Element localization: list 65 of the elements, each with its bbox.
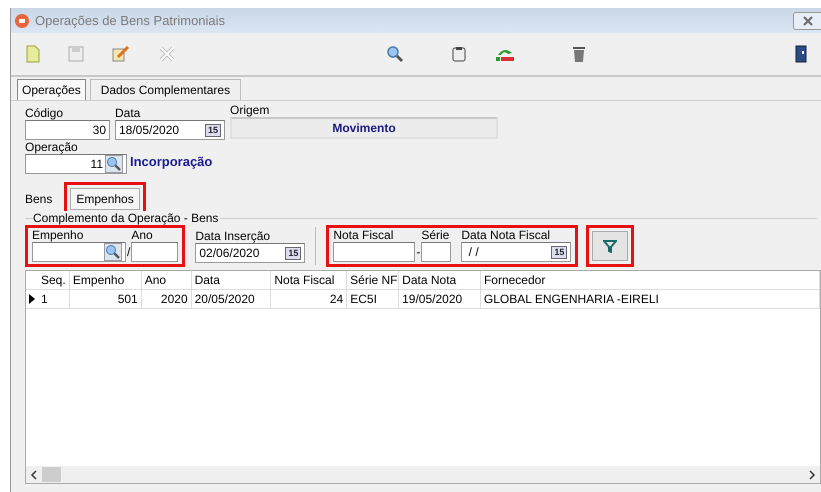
field-label: Empenho [32, 228, 84, 242]
nota-fiscal-field[interactable] [333, 242, 416, 262]
field-label: Nota Fiscal [333, 228, 394, 242]
field-label: Ano [131, 228, 154, 242]
filter-icon [603, 239, 618, 253]
app-icon [15, 14, 29, 28]
table-cell: 19/05/2020 [399, 290, 481, 308]
table-cell: GLOBAL ENGENHARIA -EIRELI [480, 290, 820, 308]
close-icon [802, 16, 814, 26]
field-label: Código [25, 106, 64, 120]
tab[interactable]: Bens [25, 189, 58, 209]
exit-door-icon[interactable] [795, 45, 807, 63]
tab[interactable]: Empenhos [70, 188, 140, 210]
field-label: Data [115, 106, 142, 120]
field-label: Série [421, 228, 450, 242]
close-button[interactable] [793, 12, 821, 30]
separator-text: - [415, 245, 422, 261]
codigo-field[interactable]: 30 [25, 120, 110, 140]
field-label: Data Nota Fiscal [461, 228, 552, 242]
field-label: Data Inserção [195, 229, 272, 243]
ano-field[interactable] [131, 242, 178, 262]
window-title: Operações de Bens Patrimoniais [35, 13, 226, 28]
calendar-button[interactable]: 15 [551, 246, 568, 258]
edit-icon[interactable] [112, 46, 130, 62]
clipboard-icon[interactable] [452, 46, 466, 62]
field-label: Origem [230, 103, 270, 117]
empenho-field[interactable] [32, 242, 126, 262]
origem-field: Movimento [230, 117, 498, 139]
operation-description: Incorporação [130, 154, 212, 169]
column-header[interactable]: Seq. [38, 271, 70, 289]
table-cell: 2020 [142, 290, 192, 308]
trash-icon[interactable] [572, 45, 586, 63]
date-field[interactable]: / / 15 [461, 242, 572, 262]
table-cell: EC5I [347, 290, 400, 308]
date-field[interactable]: 02/06/2020 15 [195, 243, 306, 263]
column-header[interactable]: Série NF [347, 271, 400, 289]
field-label: Operação [25, 140, 79, 154]
scroll-thumb[interactable] [42, 467, 61, 482]
column-header[interactable]: Ano [142, 271, 192, 289]
scroll-right-icon[interactable] [808, 470, 816, 480]
scroll-left-icon[interactable] [30, 470, 38, 480]
calendar-button[interactable]: 15 [285, 246, 302, 260]
date-field[interactable]: 18/05/2020 15 [115, 120, 225, 140]
column-header[interactable]: Fornecedor [480, 271, 820, 289]
separator-text: / [126, 245, 132, 261]
calendar-button[interactable]: 15 [204, 124, 221, 136]
table-cell: 1 [38, 290, 70, 308]
horizontal-scrollbar[interactable] [26, 466, 820, 483]
column-header[interactable]: Nota Fiscal [271, 271, 348, 289]
operacao-field[interactable]: 11 [25, 154, 127, 174]
search-icon[interactable] [386, 45, 404, 63]
serie-field[interactable] [421, 242, 452, 262]
new-document-icon[interactable] [26, 45, 40, 63]
tab[interactable]: Dados Complementares [90, 79, 242, 100]
filter-button[interactable] [592, 231, 628, 261]
search-icon[interactable] [105, 155, 123, 173]
table-cell: 24 [271, 290, 348, 308]
table-cell: 20/05/2020 [192, 290, 272, 308]
table-cell: 501 [70, 290, 142, 308]
group-title: Complemento da Operação - Bens [33, 211, 220, 225]
tab[interactable]: Operações [17, 79, 86, 100]
search-icon[interactable] [104, 243, 122, 261]
column-header[interactable]: Empenho [70, 271, 142, 289]
column-header[interactable]: Data [192, 271, 272, 289]
column-header[interactable]: Data Nota [399, 271, 481, 289]
